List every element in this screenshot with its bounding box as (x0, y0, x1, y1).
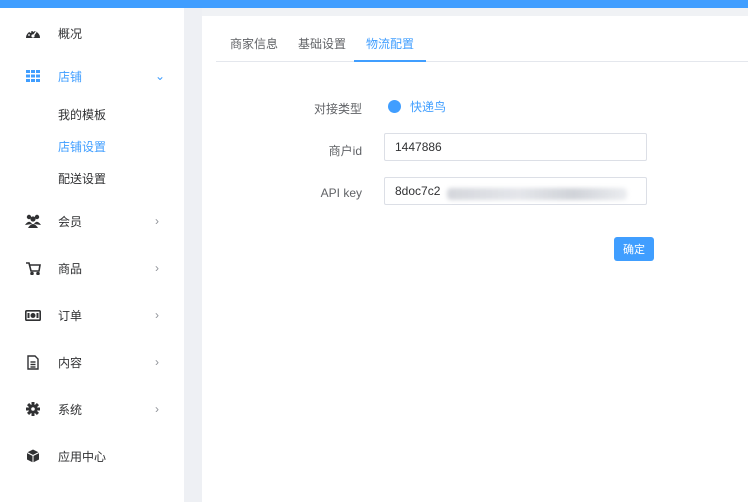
chevron-right-icon: › (155, 261, 159, 275)
sidebar-subitem-label: 店铺设置 (58, 139, 107, 154)
sidebar-item-label: 应用中心 (58, 449, 107, 464)
type-radio-kdniao[interactable]: 快递鸟 (388, 98, 446, 114)
grid-icon (24, 67, 42, 85)
sidebar-subitem-store-settings[interactable]: 店铺设置 (0, 132, 184, 160)
merchant-id-input[interactable] (384, 133, 647, 161)
content-gutter (184, 8, 202, 502)
money-icon (24, 306, 42, 324)
top-bar (0, 0, 748, 8)
chevron-right-icon: › (155, 214, 159, 228)
chevron-right-icon: › (155, 402, 159, 416)
sidebar-item-label: 内容 (58, 355, 83, 370)
type-radio-label: 快递鸟 (410, 99, 447, 114)
tab-logistics-config[interactable]: 物流配置 (354, 30, 427, 62)
cart-icon (24, 259, 42, 277)
sidebar-subitem-my-templates[interactable]: 我的模板 (0, 100, 184, 128)
type-label: 对接类型 (313, 102, 362, 116)
main-panel: 商家信息 基础设置 物流配置 对接类型 快递鸟 商户id API key 确定 (202, 16, 748, 502)
sidebar-item-label: 订单 (58, 308, 83, 323)
sidebar-subitem-delivery-settings[interactable]: 配送设置 (0, 164, 184, 192)
users-icon (24, 212, 42, 230)
sidebar-item-content[interactable]: 内容 › (0, 346, 184, 378)
tab-basic-settings[interactable]: 基础设置 (286, 30, 358, 62)
sidebar-item-label: 系统 (58, 402, 83, 417)
gear-icon (24, 400, 42, 418)
confirm-button[interactable]: 确定 (614, 237, 654, 261)
sidebar-item-label: 概况 (58, 26, 83, 41)
tab-bar: 商家信息 基础设置 物流配置 (216, 30, 748, 62)
chevron-down-icon: ⌄ (155, 69, 166, 83)
sidebar-subitem-label: 我的模板 (58, 107, 107, 122)
chevron-right-icon: › (155, 308, 159, 322)
merchant-id-label: 商户id (328, 144, 362, 158)
sidebar-item-label: 店铺 (58, 69, 83, 84)
sidebar-item-label: 会员 (58, 214, 83, 229)
sidebar-item-overview[interactable]: 概况 (0, 17, 184, 49)
chevron-right-icon: › (155, 355, 159, 369)
sidebar-item-orders[interactable]: 订单 › (0, 299, 184, 331)
tab-merchant-info[interactable]: 商家信息 (218, 30, 290, 62)
sidebar-item-system[interactable]: 系统 › (0, 393, 184, 425)
api-key-label: API key (320, 186, 362, 200)
dashboard-icon (24, 24, 42, 42)
file-icon (24, 353, 42, 371)
api-key-redaction (447, 188, 627, 200)
sidebar-item-label: 商品 (58, 261, 83, 276)
sidebar: 概况 店铺 ⌄ 我的模板 店铺设置 配送设置 会员 › 商品 › 订单 › 内容… (0, 8, 184, 502)
sidebar-item-store[interactable]: 店铺 ⌄ (0, 60, 184, 92)
radio-checked-icon (388, 99, 401, 113)
sidebar-subitem-label: 配送设置 (58, 171, 107, 186)
sidebar-item-products[interactable]: 商品 › (0, 252, 184, 284)
sidebar-item-app-center[interactable]: 应用中心 (0, 440, 184, 472)
sidebar-item-members[interactable]: 会员 › (0, 205, 184, 237)
cube-icon (24, 447, 42, 465)
